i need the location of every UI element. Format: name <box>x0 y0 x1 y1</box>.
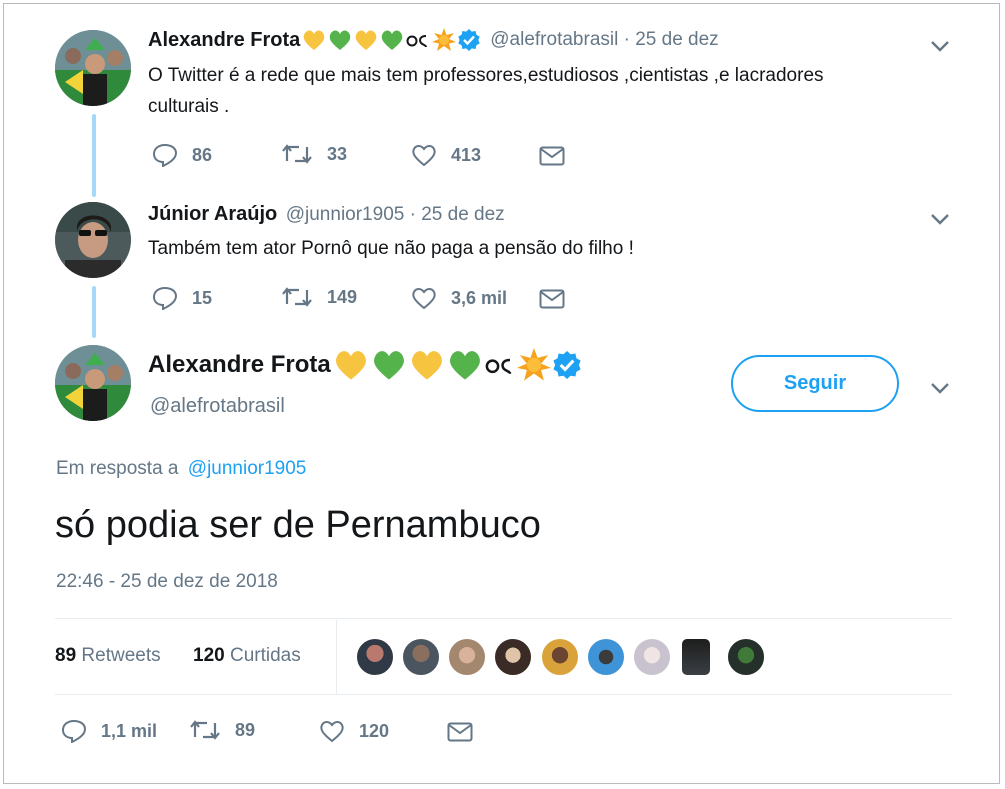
sun-icon <box>432 28 457 51</box>
verified-icon <box>553 351 581 379</box>
dm-icon <box>539 146 565 166</box>
retweet-button[interactable]: 149 <box>281 286 357 308</box>
divider <box>55 694 952 695</box>
follow-button[interactable]: Seguir <box>731 355 899 412</box>
reply-count: 1,1 mil <box>101 720 158 741</box>
retweets-count: 89 <box>55 645 77 666</box>
reply-count: 15 <box>192 287 213 308</box>
reply-icon <box>152 143 178 167</box>
like-count: 413 <box>451 144 482 165</box>
retweet-count: 33 <box>327 143 348 164</box>
dm-button[interactable] <box>539 289 579 309</box>
avatar[interactable] <box>55 202 131 278</box>
divider <box>55 618 952 619</box>
symbol-icon <box>485 358 511 374</box>
dm-button[interactable] <box>539 146 579 166</box>
author-name[interactable]: Alexandre Frota <box>148 29 300 52</box>
liker-avatar[interactable] <box>356 638 394 676</box>
thread-line <box>92 286 96 338</box>
liker-avatar[interactable] <box>402 638 440 676</box>
likes-label: Curtidas <box>229 645 301 666</box>
retweet-count: 149 <box>327 286 358 307</box>
like-count: 120 <box>359 720 390 741</box>
avatar[interactable] <box>55 345 131 421</box>
retweet-icon <box>190 720 220 740</box>
liker-avatar[interactable] <box>494 638 532 676</box>
chevron-down-icon[interactable] <box>930 382 950 394</box>
emoji-hearts <box>333 348 581 382</box>
sun-icon <box>516 348 551 381</box>
liker-avatar[interactable] <box>727 638 765 676</box>
retweet-count: 89 <box>235 719 256 740</box>
liker-avatar[interactable] <box>541 638 579 676</box>
green-heart-icon <box>329 30 351 50</box>
green-heart-icon <box>381 30 403 50</box>
emoji-hearts <box>302 28 480 52</box>
like-icon <box>320 721 344 743</box>
retweet-button[interactable]: 33 <box>281 143 347 165</box>
retweets-label: Retweets <box>81 645 161 666</box>
tweet-timestamp[interactable]: 22:46 - 25 de dez de 2018 <box>56 571 278 593</box>
author-name[interactable]: Júnior Araújo <box>148 203 277 225</box>
reply-button[interactable]: 15 <box>152 286 212 310</box>
liker-avatar[interactable] <box>587 638 625 676</box>
reply-to-link[interactable]: @junnior1905 <box>188 458 307 479</box>
like-count: 3,6 mil <box>451 287 508 308</box>
reply-button[interactable]: 1,1 mil <box>61 719 157 743</box>
thread-line <box>92 114 96 197</box>
tweet-text: O Twitter é a rede que mais tem professo… <box>148 65 824 86</box>
yellow-heart-icon <box>411 351 442 380</box>
retweet-icon <box>282 144 312 164</box>
tweet-text: culturais . <box>148 96 230 117</box>
yellow-heart-icon <box>335 351 366 380</box>
green-heart-icon <box>449 351 480 380</box>
liker-avatar[interactable] <box>633 638 671 676</box>
yellow-heart-icon <box>355 30 377 50</box>
retweet-button[interactable]: 89 <box>189 719 255 741</box>
avatar[interactable] <box>55 30 131 106</box>
reply-icon <box>152 286 178 310</box>
verified-icon <box>458 29 480 51</box>
reply-count: 86 <box>192 144 213 165</box>
reply-context-label: Em resposta a <box>56 458 179 479</box>
symbol-icon <box>406 35 428 48</box>
like-button[interactable]: 413 <box>411 143 481 167</box>
dm-icon <box>539 289 565 309</box>
yellow-heart-icon <box>303 30 325 50</box>
retweet-icon <box>282 287 312 307</box>
author-name[interactable]: Alexandre Frota <box>148 351 331 379</box>
handle-and-date[interactable]: @junnior1905 · 25 de dez <box>286 204 505 225</box>
main-tweet-text: só podia ser de Pernambuco <box>55 504 541 546</box>
like-button[interactable]: 3,6 mil <box>411 286 507 310</box>
like-icon <box>412 145 436 167</box>
tweet-frame: Alexandre Frota @alefrotabrasil · 25 de … <box>3 3 1000 784</box>
dm-icon <box>447 722 473 742</box>
retweets-stat[interactable]: 89 Retweets <box>55 645 161 667</box>
green-heart-icon <box>373 351 404 380</box>
tweet-text: Também tem ator Pornô que não paga a pen… <box>148 238 634 259</box>
liker-avatar[interactable] <box>448 638 486 676</box>
reply-icon <box>61 719 87 743</box>
reply-button[interactable]: 86 <box>152 143 212 167</box>
like-icon <box>412 288 436 310</box>
likes-count: 120 <box>193 645 225 666</box>
liker-avatar[interactable] <box>681 638 711 676</box>
handle-and-date[interactable]: @alefrotabrasil · 25 de dez <box>490 29 718 51</box>
like-button[interactable]: 120 <box>319 719 389 743</box>
chevron-down-icon[interactable] <box>930 40 950 52</box>
author-handle[interactable]: @alefrotabrasil <box>150 395 285 418</box>
chevron-down-icon[interactable] <box>930 213 950 225</box>
likes-stat[interactable]: 120 Curtidas <box>193 645 301 667</box>
divider <box>336 620 337 694</box>
dm-button[interactable] <box>447 722 487 742</box>
